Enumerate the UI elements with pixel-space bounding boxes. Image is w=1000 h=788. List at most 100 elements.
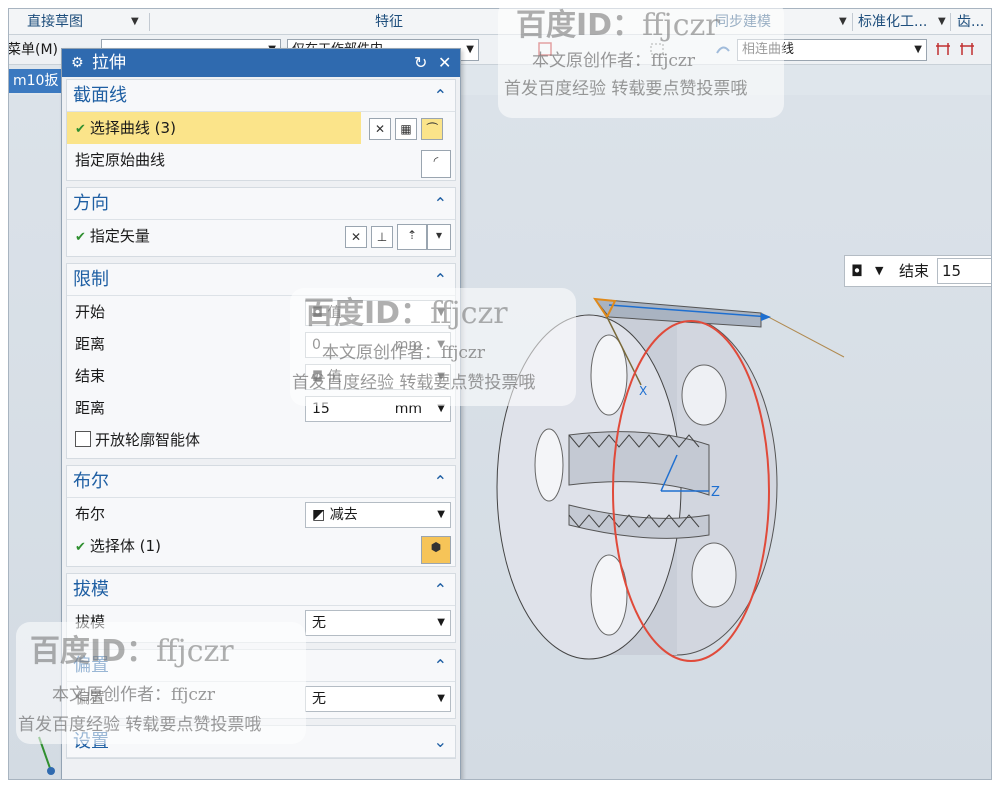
end-distance-input[interactable]: 15 mm ▼	[305, 396, 451, 422]
select-curve-row[interactable]: ✔ 选择曲线 (3)	[67, 112, 361, 144]
section-group: 截面线 ⌃ ✔ 选择曲线 (3) ✕ ▦ ⏜ 指定原始曲线 ◜	[66, 79, 456, 181]
start-type-dropdown[interactable]: ◘ 值 ▼	[305, 300, 451, 326]
chevron-down-icon: ▼	[437, 307, 445, 318]
settings-header[interactable]: 设置 ⌄	[67, 726, 455, 758]
end-handle-leader	[760, 312, 845, 358]
draft-group: 拔模 ⌃ 拔模 无 ▼	[66, 573, 456, 643]
offset-header[interactable]: 偏置 ⌃	[67, 650, 455, 682]
chevron-up-icon[interactable]: ⌃	[434, 466, 447, 498]
tab-part-m10[interactable]: m10扳	[9, 69, 61, 93]
chevron-down-icon: ▼	[437, 693, 445, 704]
specify-vector-label: 指定矢量	[89, 227, 150, 245]
chevron-down-icon: ▼	[437, 509, 445, 520]
ribbon-gear[interactable]: 齿...	[957, 9, 984, 35]
stop-at-intersection-icon[interactable]	[935, 41, 951, 57]
open-profile-row[interactable]: 开放轮廓智能体	[67, 424, 455, 456]
boolean-dropdown[interactable]: ◩ 减去 ▼	[305, 502, 451, 528]
offset-dropdown[interactable]: 无 ▼	[305, 686, 451, 712]
value-type-icon: ◘	[312, 305, 328, 321]
end-overlay: ◘ ▼ 结束 15	[844, 255, 991, 287]
reverse-direction-icon[interactable]: ✕	[345, 226, 367, 248]
section-header[interactable]: 截面线 ⌃	[67, 80, 455, 112]
end-type-dropdown[interactable]: ◘ 值 ▼	[305, 364, 451, 390]
offset-label: 偏置	[75, 689, 106, 707]
subtract-icon: ◩	[312, 507, 330, 523]
specify-original-label: 指定原始曲线	[75, 151, 166, 169]
value-type-icon: ◘	[312, 369, 328, 385]
vector-dropdown-icon[interactable]: ▾	[427, 224, 451, 250]
chevron-down-icon: ▼	[914, 44, 922, 55]
vector-type-icon[interactable]: ⇡	[397, 224, 427, 250]
end-overlay-input[interactable]: 15	[937, 258, 991, 284]
view-triad-origin-icon	[47, 767, 55, 775]
ribbon-standard-tools-label: 标准化工...	[858, 14, 928, 30]
chevron-up-icon[interactable]: ⌃	[434, 650, 447, 682]
offset-row: 偏置 无 ▼	[67, 682, 455, 714]
curve-rule-dropdown[interactable]: 相连曲线 ▼	[737, 39, 927, 61]
app-window: 直接草图 ▼ 特征 同步建模 ▼ 标准化工... ▼ 齿... 菜单(M) ▼ …	[8, 8, 992, 780]
ribbon-sync-dropdown-icon[interactable]: ▼	[839, 9, 847, 35]
select-body-row[interactable]: ✔ 选择体 (1)	[67, 530, 455, 562]
menu-button[interactable]: 菜单(M)	[9, 35, 58, 65]
reset-icon[interactable]: ↻	[414, 49, 427, 77]
limits-header-label: 限制	[73, 269, 109, 290]
end-type-value: 值	[327, 369, 342, 385]
chevron-up-icon[interactable]: ⌃	[434, 188, 447, 220]
chevron-up-icon[interactable]: ⌃	[434, 264, 447, 296]
curve-rule-dropdown-label: 相连曲线	[742, 42, 795, 57]
offset-value: 无	[312, 691, 326, 707]
tab-part-m10-label: m10扳	[13, 73, 59, 89]
boolean-label: 布尔	[75, 505, 106, 523]
draft-header[interactable]: 拔模 ⌃	[67, 574, 455, 606]
ribbon-standard-tools[interactable]: 标准化工...	[858, 9, 927, 35]
chevron-down-icon[interactable]: ▼	[437, 397, 445, 421]
ribbon-separator	[950, 13, 951, 31]
vector-dialog-icon[interactable]: ⊥	[371, 226, 393, 248]
boolean-row: 布尔 ◩ 减去 ▼	[67, 498, 455, 530]
gear-icon[interactable]: ⚙	[71, 49, 84, 77]
ribbon-direct-sketch-dropdown-icon[interactable]: ▼	[131, 9, 139, 35]
draft-dropdown[interactable]: 无 ▼	[305, 610, 451, 636]
start-distance-row: 距离 0 mm ▼	[67, 328, 455, 360]
open-profile-checkbox[interactable]	[75, 431, 91, 447]
hole-back-top	[681, 364, 727, 426]
ribbon-standard-dropdown-icon[interactable]: ▼	[938, 9, 946, 35]
boolean-header[interactable]: 布尔 ⌃	[67, 466, 455, 498]
limits-header[interactable]: 限制 ⌃	[67, 264, 455, 296]
ribbon-direct-sketch[interactable]: 直接草图	[27, 9, 83, 35]
chevron-down-icon[interactable]: ▼	[875, 256, 883, 286]
chevron-down-icon[interactable]: ⌄	[434, 726, 447, 758]
extrude-dialog: ⚙ 拉伸 ↻ ✕ 截面线 ⌃ ✔ 选择曲线 (3) ✕ ▦ ⏜ 指定原始曲线 ◜ 方…	[61, 48, 461, 779]
section-header-label: 截面线	[73, 85, 127, 106]
draft-row: 拔模 无 ▼	[67, 606, 455, 638]
start-distance-unit: mm	[394, 337, 422, 353]
chevron-down-icon[interactable]: ▼	[437, 333, 445, 357]
start-distance-input[interactable]: 0 mm ▼	[305, 332, 451, 358]
follow-fillet-icon[interactable]	[959, 41, 975, 57]
curve-rule-button-icon[interactable]: ✕	[369, 118, 391, 140]
close-icon[interactable]: ✕	[438, 49, 451, 77]
dialog-title-bar: ⚙ 拉伸 ↻ ✕	[62, 49, 460, 77]
snap-icon[interactable]	[537, 41, 553, 57]
chevron-up-icon[interactable]: ⌃	[434, 574, 447, 606]
ribbon-sync-modeling[interactable]: 同步建模	[715, 9, 771, 35]
start-type-value: 值	[327, 305, 342, 321]
sketch-section-icon[interactable]: ▦	[395, 118, 417, 140]
box-select-icon[interactable]	[649, 41, 665, 57]
end-distance-row: 距离 15 mm ▼	[67, 392, 455, 424]
ribbon-separator	[852, 13, 853, 31]
hole-left	[534, 428, 564, 502]
direction-header[interactable]: 方向 ⌃	[67, 188, 455, 220]
value-type-icon[interactable]: ◘	[851, 256, 863, 286]
ribbon-feature[interactable]: 特征	[375, 9, 403, 35]
end-row: 结束 ◘ 值 ▼	[67, 360, 455, 392]
solid-body-icon[interactable]: ⬢	[421, 536, 451, 564]
start-row: 开始 ◘ 值 ▼	[67, 296, 455, 328]
chevron-up-icon[interactable]: ⌃	[434, 80, 447, 112]
original-curve-icon[interactable]: ◜	[421, 150, 451, 178]
check-icon: ✔	[75, 540, 86, 555]
curve-rule-icon	[716, 46, 730, 54]
curve-section-icon[interactable]: ⏜	[421, 118, 443, 140]
settings-header-label: 设置	[73, 731, 109, 752]
direction-arrowhead-icon[interactable]	[761, 313, 771, 321]
